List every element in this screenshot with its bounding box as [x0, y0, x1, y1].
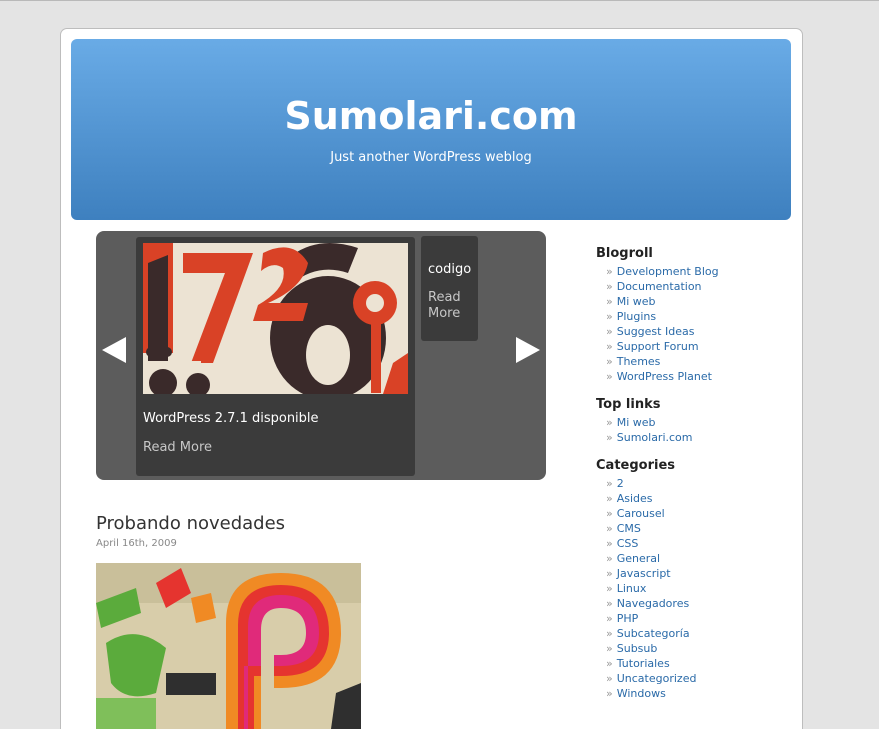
- post-image: [96, 563, 361, 729]
- sidebar-link-label[interactable]: Documentation: [617, 280, 702, 293]
- sidebar-link-label[interactable]: Sumolari.com: [617, 431, 693, 444]
- slide-title[interactable]: WordPress 2.7.1 disponible: [143, 411, 319, 426]
- site-description: Just another WordPress weblog: [330, 150, 532, 165]
- bullet-icon: »: [606, 416, 613, 429]
- sidebar-link-label[interactable]: Carousel: [617, 507, 665, 520]
- sidebar-link-item[interactable]: » Linux: [606, 581, 696, 596]
- sidebar-link-item[interactable]: » General: [606, 551, 696, 566]
- post-title[interactable]: Probando novedades: [96, 513, 285, 534]
- sidebar-link-label[interactable]: Mi web: [617, 295, 656, 308]
- sidebar-link-label[interactable]: CMS: [617, 522, 641, 535]
- sidebar-link-item[interactable]: » Sumolari.com: [606, 430, 693, 445]
- sidebar-link-label[interactable]: Javascript: [617, 567, 671, 580]
- bullet-icon: »: [606, 265, 613, 278]
- sidebar-link-item[interactable]: » CSS: [606, 536, 696, 551]
- blogroll-heading: Blogroll: [596, 246, 653, 261]
- bullet-icon: »: [606, 537, 613, 550]
- sidebar-link-item[interactable]: » Development Blog: [606, 264, 719, 279]
- bullet-icon: »: [606, 280, 613, 293]
- sidebar-link-label[interactable]: General: [617, 552, 660, 565]
- top-links-list: » Mi web » Sumolari.com: [606, 415, 693, 445]
- bullet-icon: »: [606, 310, 613, 323]
- categories-list: » 2» Asides» Carousel» CMS» CSS» General» Javas…: [606, 476, 696, 701]
- sidebar-link-item[interactable]: » Subsub: [606, 641, 696, 656]
- left-arrow-icon[interactable]: [102, 337, 126, 363]
- carousel-slide-secondary[interactable]: codigo Read More: [421, 236, 478, 341]
- carousel-slide-main[interactable]: WordPress 2.7.1 disponible Read More: [136, 237, 415, 476]
- sidebar-link-label[interactable]: Plugins: [617, 310, 656, 323]
- post-date: April 16th, 2009: [96, 538, 177, 549]
- bullet-icon: »: [606, 672, 613, 685]
- bullet-icon: »: [606, 522, 613, 535]
- blogroll-list: » Development Blog » Documentation » Mi web » P…: [606, 264, 719, 384]
- sidebar-link-item[interactable]: » 2: [606, 476, 696, 491]
- page-container: Sumolari.com Just another WordPress webl…: [60, 28, 803, 729]
- bullet-icon: »: [606, 340, 613, 353]
- sidebar-link-item[interactable]: » Windows: [606, 686, 696, 701]
- sidebar-link-item[interactable]: » Carousel: [606, 506, 696, 521]
- bullet-icon: »: [606, 477, 613, 490]
- bullet-icon: »: [606, 355, 613, 368]
- sidebar-link-item[interactable]: » Mi web: [606, 294, 719, 309]
- bullet-icon: »: [606, 657, 613, 670]
- bullet-icon: »: [606, 597, 613, 610]
- sidebar-link-item[interactable]: » Asides: [606, 491, 696, 506]
- sidebar-link-label[interactable]: Mi web: [617, 416, 656, 429]
- bullet-icon: »: [606, 431, 613, 444]
- sidebar-link-label[interactable]: Tutoriales: [617, 657, 670, 670]
- sidebar-link-item[interactable]: » Mi web: [606, 415, 693, 430]
- sidebar-link-label[interactable]: Support Forum: [617, 340, 699, 353]
- categories-heading: Categories: [596, 458, 676, 473]
- sidebar-link-item[interactable]: » Plugins: [606, 309, 719, 324]
- slide-image[interactable]: [143, 243, 408, 394]
- sidebar-link-item[interactable]: » Documentation: [606, 279, 719, 294]
- sidebar-link-label[interactable]: Linux: [617, 582, 647, 595]
- sidebar-link-item[interactable]: » CMS: [606, 521, 696, 536]
- side-slide-title[interactable]: codigo: [428, 262, 471, 277]
- sidebar-link-item[interactable]: » Support Forum: [606, 339, 719, 354]
- sidebar-link-label[interactable]: CSS: [617, 537, 639, 550]
- sidebar-link-item[interactable]: » Subcategoría: [606, 626, 696, 641]
- sidebar-link-label[interactable]: Navegadores: [617, 597, 689, 610]
- site-header: Sumolari.com Just another WordPress webl…: [71, 39, 791, 220]
- sidebar-link-label[interactable]: Subcategoría: [617, 627, 690, 640]
- window-top-border: [0, 0, 879, 1]
- sidebar-link-item[interactable]: » Suggest Ideas: [606, 324, 719, 339]
- bullet-icon: »: [606, 370, 613, 383]
- sidebar-link-label[interactable]: Uncategorized: [617, 672, 697, 685]
- sidebar-link-item[interactable]: » WordPress Planet: [606, 369, 719, 384]
- bullet-icon: »: [606, 612, 613, 625]
- sidebar-link-label[interactable]: Themes: [617, 355, 661, 368]
- bullet-icon: »: [606, 567, 613, 580]
- bullet-icon: »: [606, 325, 613, 338]
- site-title[interactable]: Sumolari.com: [71, 94, 791, 138]
- bullet-icon: »: [606, 687, 613, 700]
- bullet-icon: »: [606, 552, 613, 565]
- sidebar-link-label[interactable]: Windows: [617, 687, 666, 700]
- bullet-icon: »: [606, 507, 613, 520]
- sidebar-link-item[interactable]: » PHP: [606, 611, 696, 626]
- sidebar-link-item[interactable]: » Tutoriales: [606, 656, 696, 671]
- sidebar-link-label[interactable]: Development Blog: [617, 265, 719, 278]
- sidebar-link-label[interactable]: Suggest Ideas: [617, 325, 695, 338]
- featured-carousel: WordPress 2.7.1 disponible Read More cod…: [96, 231, 546, 480]
- sidebar-link-label[interactable]: 2: [617, 477, 624, 490]
- bullet-icon: »: [606, 295, 613, 308]
- sidebar-link-item[interactable]: » Navegadores: [606, 596, 696, 611]
- sidebar-link-label[interactable]: Subsub: [617, 642, 658, 655]
- top-links-heading: Top links: [596, 397, 661, 412]
- bullet-icon: »: [606, 492, 613, 505]
- bullet-icon: »: [606, 627, 613, 640]
- sidebar-link-label[interactable]: PHP: [617, 612, 639, 625]
- sidebar-link-item[interactable]: » Themes: [606, 354, 719, 369]
- bullet-icon: »: [606, 642, 613, 655]
- sidebar-link-label[interactable]: Asides: [617, 492, 653, 505]
- bullet-icon: »: [606, 582, 613, 595]
- right-arrow-icon[interactable]: [516, 337, 540, 363]
- sidebar-link-label[interactable]: WordPress Planet: [617, 370, 712, 383]
- sidebar-link-item[interactable]: » Javascript: [606, 566, 696, 581]
- sidebar-link-item[interactable]: » Uncategorized: [606, 671, 696, 686]
- slide-read-more-link[interactable]: Read More: [143, 440, 212, 455]
- side-slide-read-more-link[interactable]: Read More: [428, 290, 473, 322]
